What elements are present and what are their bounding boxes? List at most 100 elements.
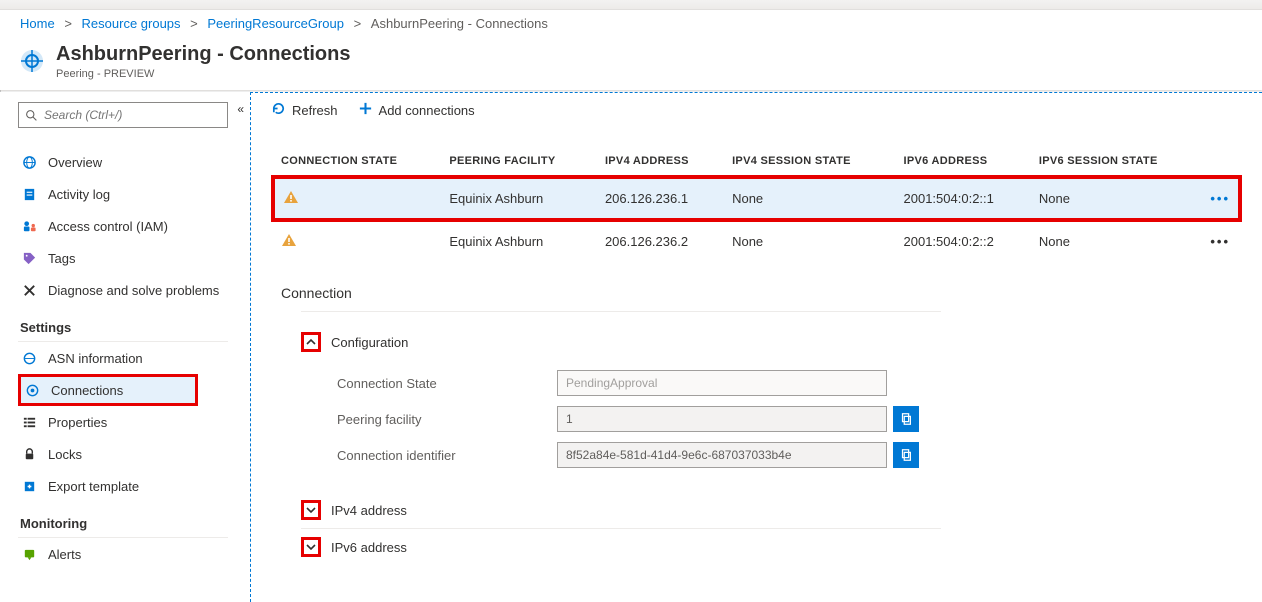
sidebar-collapse-button[interactable]: « [237, 102, 244, 116]
sidebar-item-overview[interactable]: Overview [18, 146, 250, 178]
add-connections-button[interactable]: Add connections [358, 101, 475, 119]
ipv4-expander[interactable]: IPv4 address [301, 492, 941, 529]
refresh-button[interactable]: Refresh [271, 101, 338, 119]
chevron-down-icon [301, 537, 321, 557]
sidebar-item-label: Properties [48, 415, 107, 430]
connection-section-title: Connection [281, 285, 1262, 301]
warning-icon [283, 189, 299, 208]
sidebar-item-diagnose[interactable]: Diagnose and solve problems [18, 274, 250, 306]
cell-actions: ••• [1202, 220, 1240, 261]
add-connections-label: Add connections [379, 103, 475, 118]
sidebar-item-asn-information[interactable]: ASN information [18, 342, 250, 374]
breadcrumb: Home > Resource groups > PeeringResource… [0, 10, 1262, 37]
page-header: AshburnPeering - Connections Peering - P… [0, 37, 1262, 90]
sidebar-item-label: ASN information [48, 351, 143, 366]
warning-icon [281, 232, 297, 251]
window-top-bar [0, 0, 1262, 10]
sidebar-item-activity-log[interactable]: Activity log [18, 178, 250, 210]
row-more-button[interactable]: ••• [1210, 234, 1230, 249]
th-peering-facility[interactable]: Peering Facility [441, 147, 597, 177]
table-row[interactable]: Equinix Ashburn 206.126.236.2 None 2001:… [273, 220, 1240, 261]
th-actions [1202, 147, 1240, 177]
copy-peering-facility-button[interactable] [893, 406, 919, 432]
connections-table: Connection State Peering Facility IPv4 A… [271, 147, 1242, 261]
cell-ipv6-session: None [1031, 177, 1202, 220]
sidebar-item-label: Export template [48, 479, 139, 494]
connections-icon [23, 381, 41, 399]
cell-ipv4: 206.126.236.2 [597, 220, 724, 261]
cell-facility: Equinix Ashburn [441, 220, 597, 261]
cell-ipv6: 2001:504:0:2::1 [896, 177, 1031, 220]
sidebar-item-connections[interactable]: Connections [18, 374, 198, 406]
cell-ipv4: 206.126.236.1 [597, 177, 724, 220]
breadcrumb-link-resource-group-name[interactable]: PeeringResourceGroup [207, 16, 344, 31]
iam-icon [20, 217, 38, 235]
search-icon [25, 109, 38, 122]
sidebar-item-locks[interactable]: Locks [18, 438, 250, 470]
sidebar-item-label: Locks [48, 447, 82, 462]
th-ipv4-session-state[interactable]: IPv4 Session State [724, 147, 895, 177]
row-more-button[interactable]: ••• [1210, 191, 1230, 206]
sidebar-item-export-template[interactable]: Export template [18, 470, 250, 502]
sidebar-item-properties[interactable]: Properties [18, 406, 250, 438]
refresh-label: Refresh [292, 103, 338, 118]
cell-facility: Equinix Ashburn [441, 177, 597, 220]
log-icon [20, 185, 38, 203]
ipv6-section-label: IPv6 address [331, 540, 407, 555]
ipv4-section-label: IPv4 address [331, 503, 407, 518]
peering-resource-icon [18, 47, 46, 75]
alerts-icon [20, 545, 38, 563]
properties-icon [20, 413, 38, 431]
copy-icon [899, 448, 913, 462]
form-row-peering-facility: Peering facility 1 [337, 406, 941, 432]
ipv6-expander[interactable]: IPv6 address [301, 529, 941, 565]
sidebar-item-alerts[interactable]: Alerts [18, 538, 250, 570]
breadcrumb-link-home[interactable]: Home [20, 16, 55, 31]
peering-facility-label: Peering facility [337, 412, 557, 427]
lock-icon [20, 445, 38, 463]
sidebar-search[interactable] [18, 102, 228, 128]
cell-ipv6-session: None [1031, 220, 1202, 261]
page-subtitle: Peering - PREVIEW [56, 68, 350, 80]
connection-id-label: Connection identifier [337, 448, 557, 463]
breadcrumb-sep: > [64, 16, 72, 31]
globe-icon [20, 153, 38, 171]
configuration-label: Configuration [331, 335, 408, 350]
breadcrumb-sep: > [354, 16, 362, 31]
table-row[interactable]: Equinix Ashburn 206.126.236.1 None 2001:… [273, 177, 1240, 220]
cell-actions: ••• [1202, 177, 1240, 220]
sidebar-item-tags[interactable]: Tags [18, 242, 250, 274]
configuration-expander[interactable]: Configuration [301, 324, 941, 360]
cell-state [273, 220, 441, 261]
plus-icon [358, 101, 373, 119]
copy-connection-id-button[interactable] [893, 442, 919, 468]
page-title: AshburnPeering - Connections [56, 43, 350, 66]
cell-ipv6: 2001:504:0:2::2 [896, 220, 1031, 261]
connection-state-field: PendingApproval [557, 370, 887, 396]
tools-icon [20, 281, 38, 299]
sidebar-item-label: Activity log [48, 187, 110, 202]
th-ipv4-address[interactable]: IPv4 Address [597, 147, 724, 177]
search-input[interactable] [42, 107, 221, 123]
sidebar-item-label: Diagnose and solve problems [48, 283, 219, 298]
sidebar-item-access-control[interactable]: Access control (IAM) [18, 210, 250, 242]
globe-small-icon [20, 349, 38, 367]
th-ipv6-session-state[interactable]: IPv6 Session State [1031, 147, 1202, 177]
sidebar-item-label: Connections [51, 383, 123, 398]
cell-ipv4-session: None [724, 220, 895, 261]
export-icon [20, 477, 38, 495]
th-connection-state[interactable]: Connection State [273, 147, 441, 177]
form-row-connection-state: Connection State PendingApproval [337, 370, 941, 396]
copy-icon [899, 412, 913, 426]
sidebar: « Overview Activity log Access control (… [0, 92, 250, 602]
th-ipv6-address[interactable]: IPv6 Address [896, 147, 1031, 177]
cell-state [273, 177, 441, 220]
sidebar-group-settings: Settings [20, 320, 250, 335]
sidebar-item-label: Access control (IAM) [48, 219, 168, 234]
breadcrumb-link-resource-groups[interactable]: Resource groups [82, 16, 181, 31]
configuration-panel: Configuration Connection State PendingAp… [301, 311, 941, 565]
tag-icon [20, 249, 38, 267]
connection-id-field: 8f52a84e-581d-41d4-9e6c-687037033b4e [557, 442, 887, 468]
sidebar-item-label: Tags [48, 251, 75, 266]
cell-ipv4-session: None [724, 177, 895, 220]
